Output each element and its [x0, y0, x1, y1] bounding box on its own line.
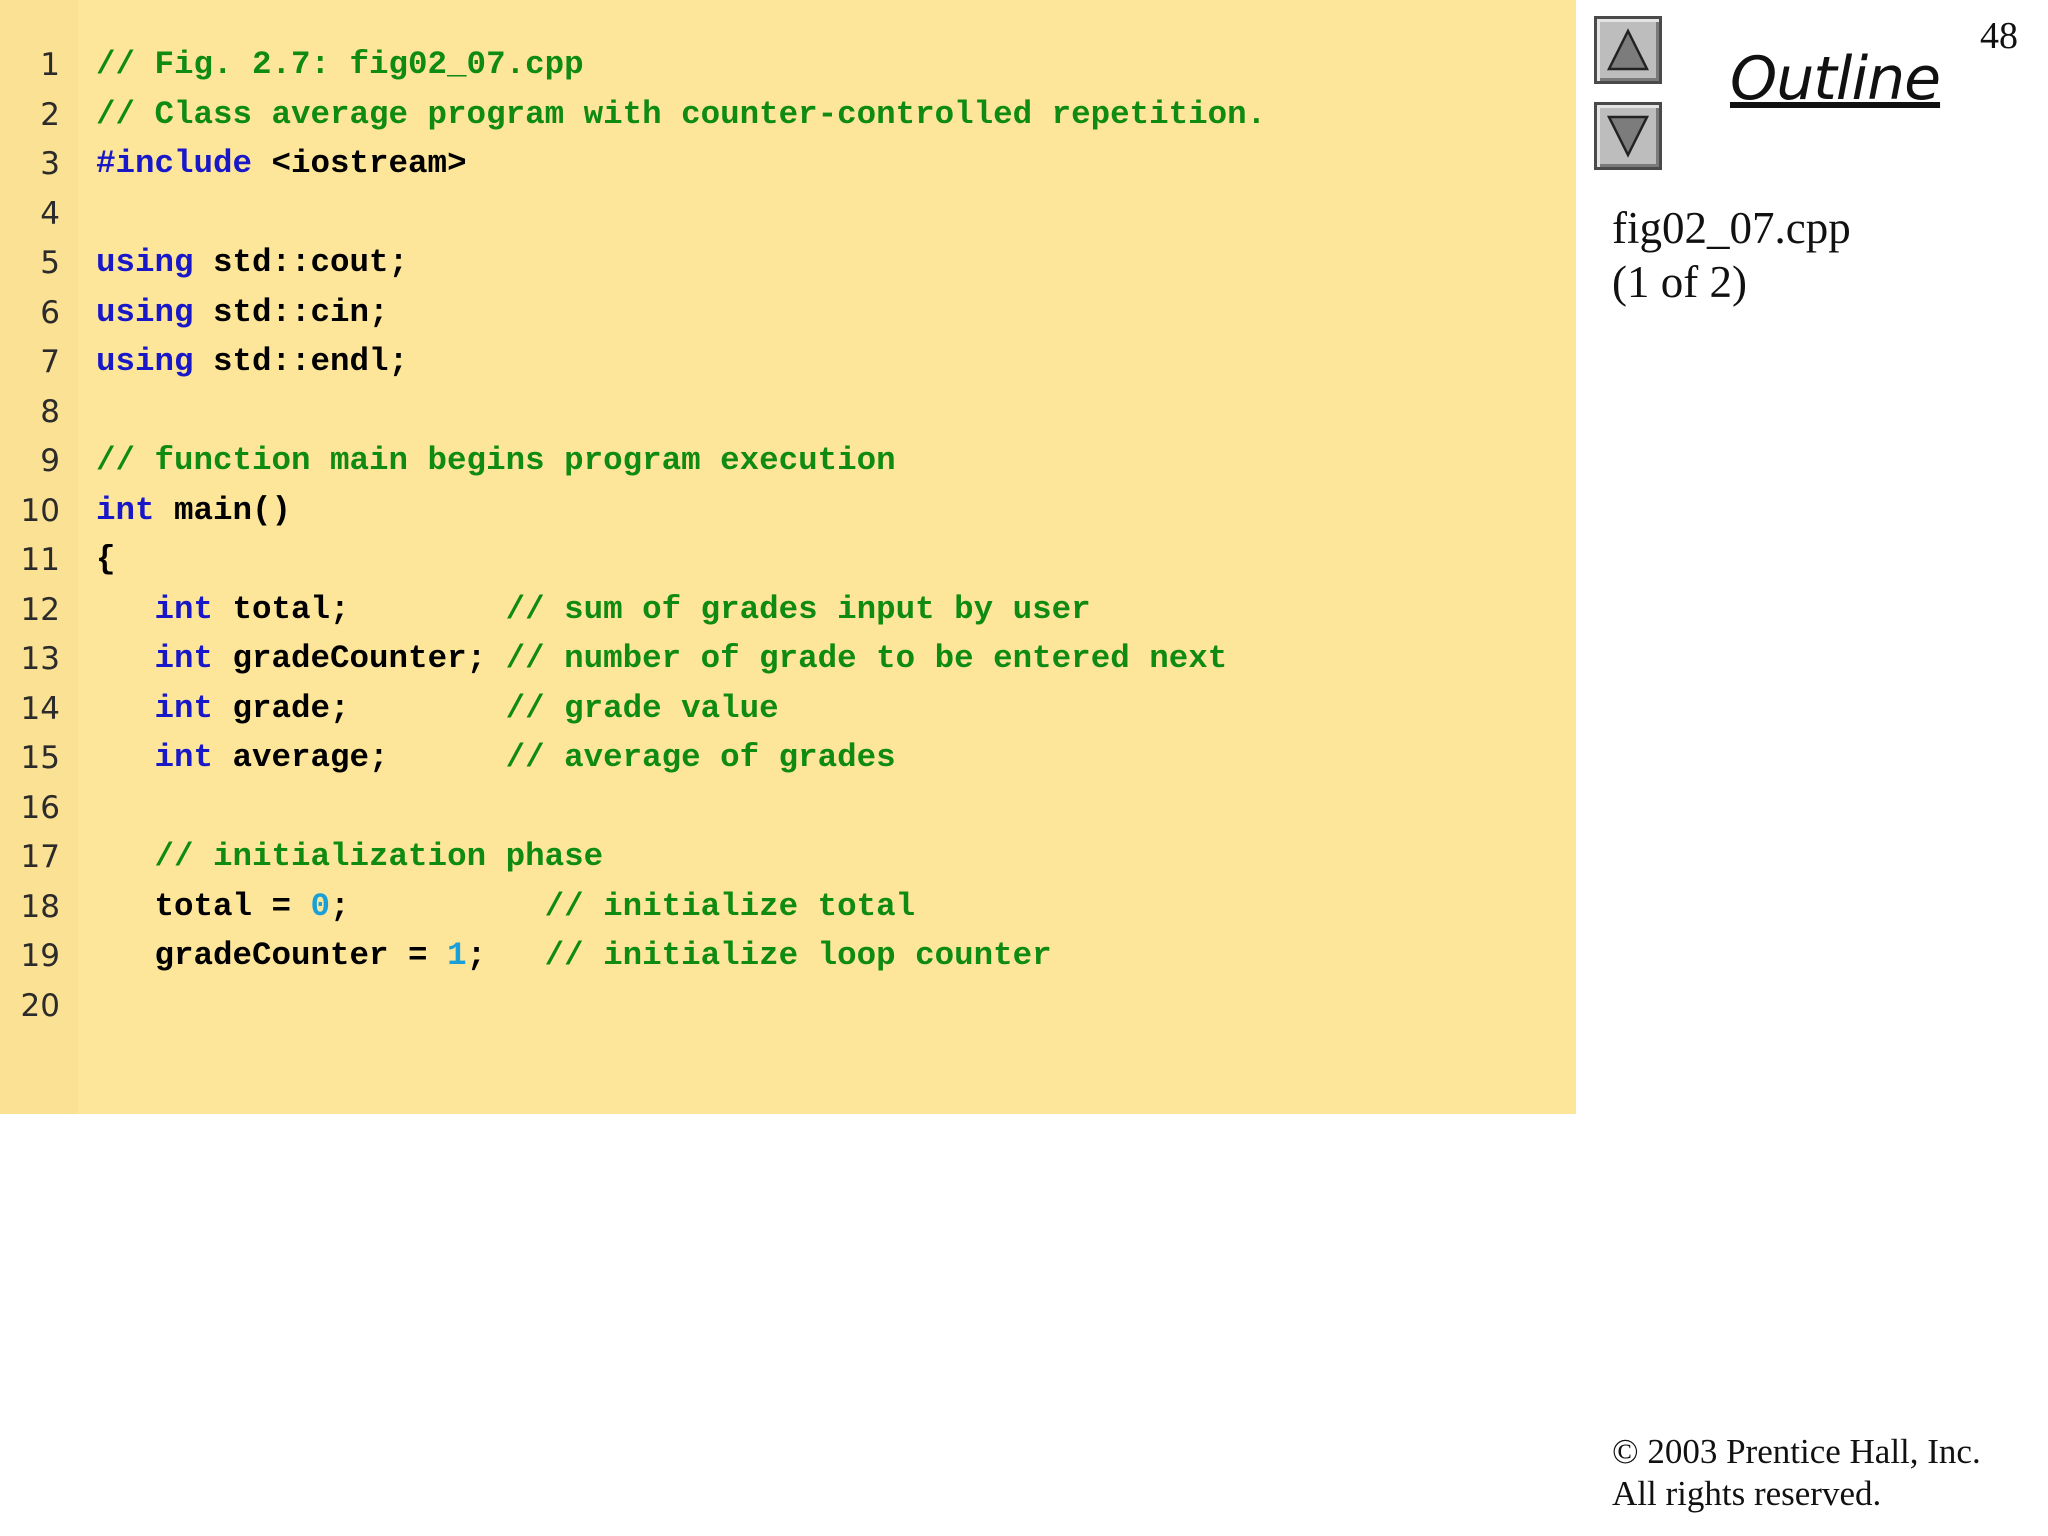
code-panel: 1 // Fig. 2.7: fig02_07.cpp 2 // Class aver…	[0, 0, 1576, 1114]
next-slide-button[interactable]	[1594, 102, 1662, 170]
code-keyword: #include	[96, 145, 253, 182]
code-plain: grade;	[213, 689, 506, 727]
code-text: int gradeCounter; // number of grade to …	[96, 634, 1228, 684]
file-name: fig02_07.cpp	[1612, 203, 1851, 253]
triangle-down-icon	[1606, 115, 1650, 158]
copyright-line: © 2003 Prentice Hall, Inc.	[1612, 1432, 1981, 1471]
code-number: 1	[447, 937, 467, 974]
code-plain: std::cout;	[193, 244, 409, 281]
file-part: (1 of 2)	[1612, 257, 1747, 307]
code-plain	[96, 690, 155, 727]
page-number: 48	[1980, 15, 2018, 57]
code-plain: {	[96, 541, 116, 578]
line-number: 5	[40, 245, 60, 281]
code-text: total = 0; // initialize total	[96, 882, 916, 932]
line-number: 15	[20, 740, 60, 776]
line-number: 8	[40, 393, 60, 430]
code-keyword: using	[96, 343, 194, 380]
line-number: 19	[20, 938, 60, 974]
code-text: using std::cout;	[96, 238, 408, 288]
line-number: 6	[40, 294, 60, 331]
rights-line: All rights reserved.	[1612, 1474, 1882, 1513]
code-plain: total =	[96, 887, 311, 925]
code-text: #include <iostream>	[96, 139, 467, 189]
code-plain: std::cin;	[193, 293, 389, 331]
line-number: 3	[40, 146, 60, 182]
code-text: using std::cin;	[96, 288, 389, 338]
code-plain	[96, 739, 155, 776]
code-plain: gradeCounter;	[213, 640, 506, 677]
code-plain	[96, 640, 155, 677]
code-number: 0	[310, 887, 331, 925]
code-comment: // initialize total	[544, 887, 916, 925]
line-number: 18	[20, 888, 60, 925]
code-text: // Class average program with counter-co…	[96, 90, 1266, 140]
code-comment: // average of grades	[505, 739, 896, 776]
line-number: 4	[40, 195, 60, 232]
code-comment: // number of grade to be entered next	[505, 640, 1228, 677]
code-keyword: int	[154, 689, 214, 727]
code-text: using std::endl;	[96, 337, 408, 387]
line-number: 14	[20, 690, 60, 727]
line-number: 13	[20, 641, 60, 677]
code-plain: main()	[154, 491, 292, 529]
code-plain: gradeCounter =	[96, 937, 448, 974]
line-number: 20	[20, 987, 60, 1024]
code-plain: ;	[330, 887, 545, 925]
code-text: int grade; // grade value	[96, 684, 779, 734]
triangle-up-icon	[1606, 28, 1650, 71]
code-keyword: using	[96, 244, 194, 281]
code-comment: // function main begins program executio…	[96, 442, 896, 479]
line-number: 2	[40, 96, 60, 133]
code-comment: // initialization phase	[154, 838, 604, 875]
line-number: 7	[40, 344, 60, 380]
line-number: 9	[40, 443, 60, 479]
code-text: {	[96, 535, 116, 585]
code-text: gradeCounter = 1; // initialize loop cou…	[96, 931, 1052, 981]
code-comment: // Fig. 2.7: fig02_07.cpp	[96, 46, 584, 83]
code-plain: total;	[213, 590, 506, 628]
code-keyword: int	[154, 739, 214, 776]
line-number: 12	[20, 591, 60, 628]
line-number: 16	[20, 789, 60, 826]
line-number: 10	[20, 492, 60, 529]
line-number: 11	[20, 542, 60, 578]
code-text: int main()	[96, 486, 291, 536]
code-keyword: int	[96, 491, 155, 529]
code-comment: // Class average program with counter-co…	[96, 95, 1267, 133]
code-plain	[96, 591, 155, 628]
code-plain: ;	[466, 937, 545, 974]
line-number: 1	[40, 47, 60, 83]
code-keyword: int	[154, 640, 214, 677]
code-comment: // initialize loop counter	[544, 937, 1052, 974]
code-plain	[96, 838, 155, 875]
code-plain: <iostream>	[252, 145, 467, 182]
code-keyword: using	[96, 293, 194, 331]
code-plain: average;	[213, 739, 506, 776]
line-number: 17	[20, 839, 60, 875]
code-text: // Fig. 2.7: fig02_07.cpp	[96, 40, 584, 90]
code-text: int average; // average of grades	[96, 733, 896, 783]
code-text: int total; // sum of grades input by use…	[96, 585, 1091, 635]
code-comment: // grade value	[505, 689, 779, 727]
previous-slide-button[interactable]	[1594, 16, 1662, 84]
code-keyword: int	[154, 590, 214, 628]
code-comment: // sum of grades input by user	[505, 590, 1091, 628]
code-text: // function main begins program executio…	[96, 436, 896, 486]
code-plain: std::endl;	[193, 343, 409, 380]
outline-link[interactable]: Outline	[1730, 44, 1941, 114]
code-text: // initialization phase	[96, 832, 604, 882]
